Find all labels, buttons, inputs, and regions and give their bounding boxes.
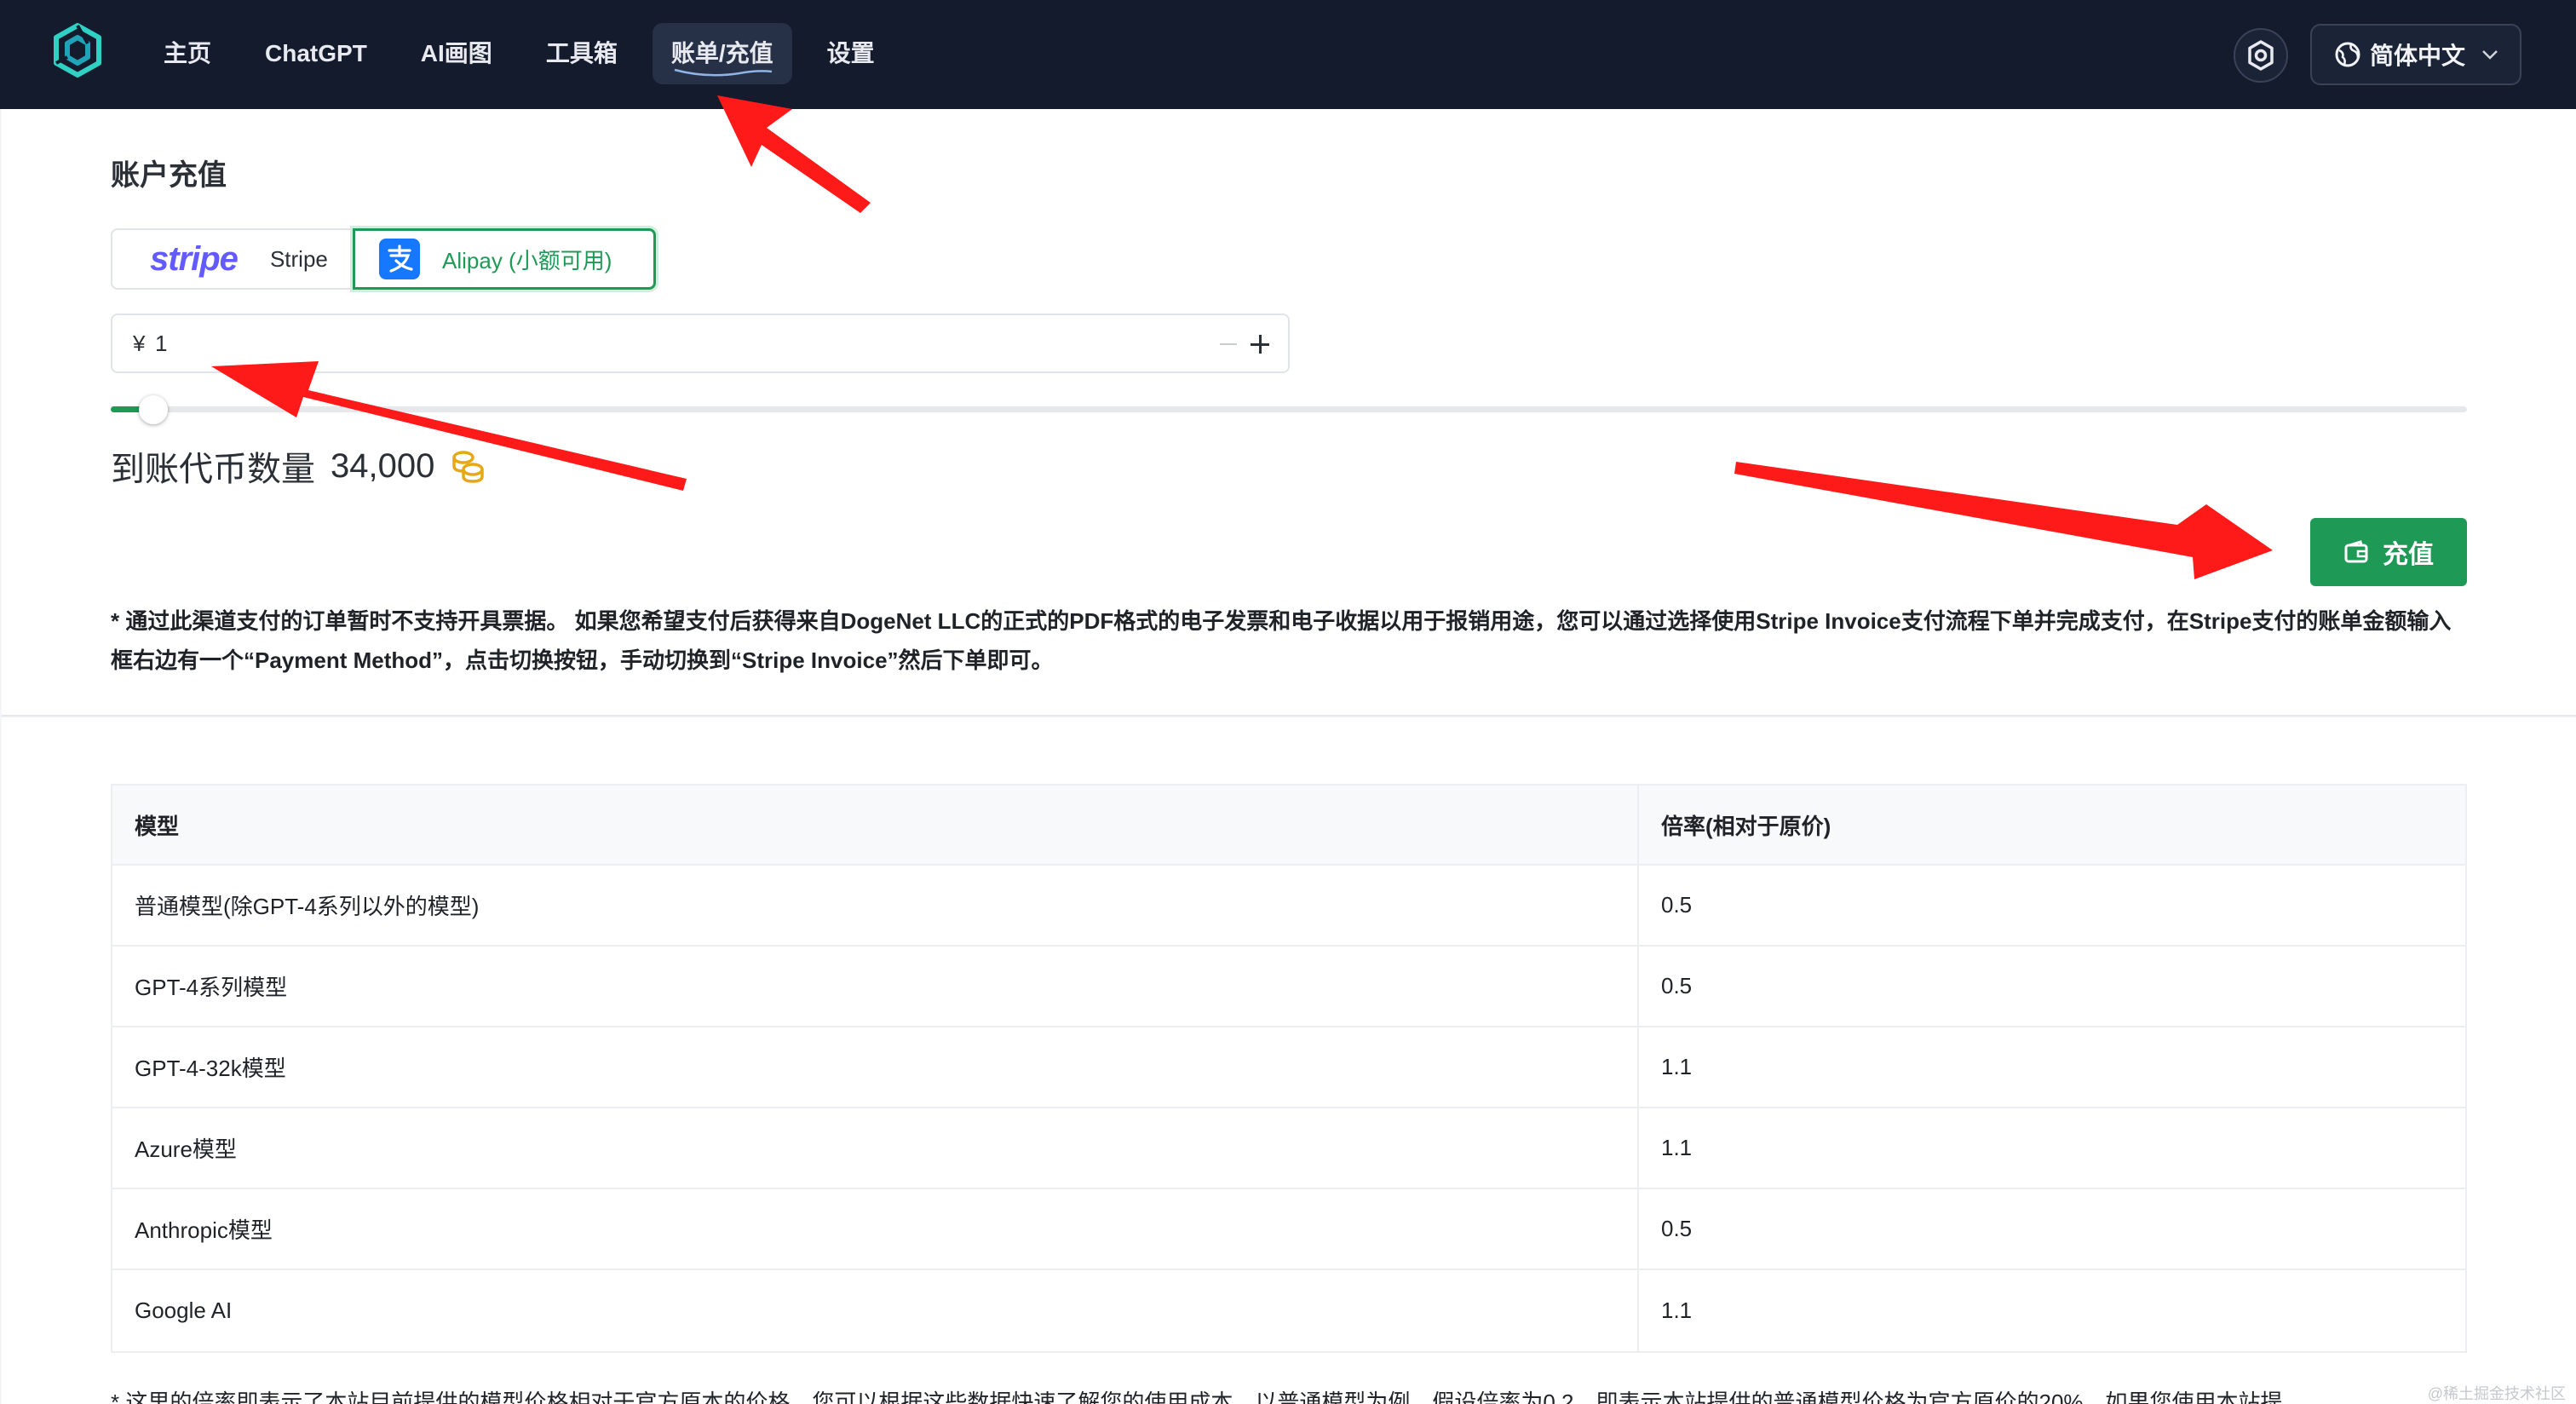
nav-item-settings[interactable]: 设置 [808, 23, 894, 84]
rate-cell: 0.5 [1661, 892, 1693, 918]
amount-stepper [1215, 325, 1273, 363]
table-header: 模型 倍率(相对于原价) [112, 785, 2465, 866]
model-cell: GPT-4-32k模型 [112, 1027, 1639, 1107]
hexagon-logo-icon[interactable] [49, 22, 106, 78]
top-nav-bar: 主页 ChatGPT AI画图 工具箱 账单/充值 设置 简体中文 [0, 0, 2576, 109]
nav-item-toolbox[interactable]: 工具箱 [527, 23, 636, 84]
tokens-label: 到账代币数量 [111, 451, 315, 488]
model-cell: GPT-4系列模型 [112, 947, 1639, 1026]
model-rates-table: 模型 倍率(相对于原价) 普通模型(除GPT-4系列以外的模型) 0.5 GPT… [111, 784, 2467, 1353]
language-selector[interactable]: 简体中文 [2310, 24, 2521, 85]
tokens-received: 到账代币数量 34,000 [111, 441, 487, 491]
nav-item-billing[interactable]: 账单/充值 [652, 23, 792, 84]
watermark: @稀土掘金技术社区 [2427, 1385, 2566, 1402]
wallet-icon [2344, 540, 2368, 563]
table-row: 普通模型(除GPT-4系列以外的模型) 0.5 [112, 866, 2465, 947]
rates-card: 模型 倍率(相对于原价) 普通模型(除GPT-4系列以外的模型) 0.5 GPT… [2, 716, 2576, 1404]
slider-handle[interactable] [139, 395, 169, 424]
recharge-card: 账户充值 stripe Stripe Alipay (小额可用) ¥ 1 到账代… [2, 109, 2576, 716]
main-nav: 主页 ChatGPT AI画图 工具箱 账单/充值 设置 [145, 23, 910, 84]
slider-rail [111, 406, 2467, 412]
payment-method-tabs: stripe Stripe Alipay (小额可用) [111, 228, 656, 290]
table-row: Azure模型 1.1 [112, 1108, 2465, 1189]
model-cell: 普通模型(除GPT-4系列以外的模型) [112, 866, 1639, 945]
language-label: 简体中文 [2370, 43, 2466, 69]
chevron-down-icon [2482, 50, 2498, 60]
nav-item-chatgpt[interactable]: ChatGPT [246, 23, 386, 84]
amount-input[interactable]: ¥ 1 [111, 314, 1290, 373]
increment-button[interactable] [1247, 325, 1273, 363]
rate-cell: 0.5 [1661, 1216, 1693, 1241]
table-row: Anthropic模型 0.5 [112, 1189, 2465, 1270]
payment-method-alipay[interactable]: Alipay (小额可用) [353, 228, 656, 290]
decrement-button[interactable] [1215, 325, 1240, 363]
amount-value[interactable]: 1 [155, 331, 167, 357]
model-cell: Azure模型 [112, 1108, 1639, 1188]
globe-icon [2335, 42, 2360, 67]
gear-icon [2248, 40, 2274, 71]
recharge-button[interactable]: 充值 [2310, 518, 2467, 586]
rate-cell: 1.1 [1661, 1054, 1693, 1079]
rate-cell: 1.1 [1661, 1135, 1693, 1160]
header-rate: 倍率(相对于原价) [1661, 813, 1831, 839]
model-cell: Anthropic模型 [112, 1189, 1639, 1269]
nav-item-home[interactable]: 主页 [145, 23, 230, 84]
currency-symbol: ¥ [133, 331, 146, 356]
nav-item-ai-drawing[interactable]: AI画图 [402, 23, 511, 84]
tokens-value: 34,000 [331, 446, 435, 485]
rate-cell: 0.5 [1661, 973, 1693, 998]
coins-icon [452, 451, 485, 483]
recharge-button-label: 充值 [2383, 541, 2434, 569]
rates-note: * 这里的倍率即表示了本站目前提供的模型价格相对于官方原本的价格，您可以根据这些… [111, 1390, 2283, 1404]
stripe-label: Stripe [269, 245, 328, 272]
table-row: GPT-4-32k模型 1.1 [112, 1027, 2465, 1108]
alipay-label: Alipay (小额可用) [442, 247, 612, 273]
settings-button[interactable] [2234, 28, 2288, 83]
table-row: Google AI 1.1 [112, 1270, 2465, 1351]
amount-slider[interactable] [111, 395, 2467, 424]
table-row: GPT-4系列模型 0.5 [112, 947, 2465, 1027]
invoice-note: * 通过此渠道支付的订单暂时不支持开具票据。 如果您希望支付后获得来自DogeN… [111, 608, 2452, 673]
model-cell: Google AI [112, 1270, 1639, 1351]
stripe-logo: stripe [150, 239, 239, 278]
rate-cell: 1.1 [1661, 1298, 1693, 1323]
alipay-icon [379, 239, 420, 279]
payment-method-stripe[interactable]: stripe Stripe [111, 228, 354, 290]
header-model: 模型 [112, 785, 1639, 864]
page-title: 账户充值 [111, 159, 227, 192]
